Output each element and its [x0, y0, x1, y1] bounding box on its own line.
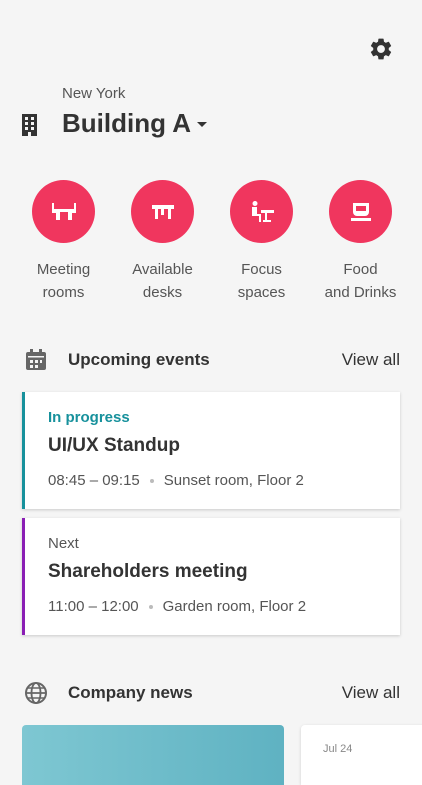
chevron-down-icon: [197, 121, 208, 127]
event-time: 11:00 – 12:00: [48, 598, 139, 615]
event-time: 08:45 – 09:15: [48, 472, 140, 489]
separator-dot: [149, 478, 154, 483]
event-title: UI/UX Standup: [48, 435, 180, 456]
food-drinks-icon: [329, 180, 392, 243]
event-meta: 08:45 – 09:15 Sunset room, Floor 2: [48, 472, 400, 489]
desk-icon: [131, 180, 194, 243]
news-view-all-link[interactable]: View all: [342, 683, 400, 703]
quick-action-label: Meeting rooms: [36, 261, 91, 301]
gear-icon: [370, 38, 392, 60]
quick-action-label: Focus spaces: [237, 261, 286, 301]
section-title: Upcoming events: [68, 350, 210, 369]
building-name: Building A: [62, 108, 192, 138]
event-location: Sunset room, Floor 2: [163, 472, 304, 489]
quick-action-label: Food and Drinks: [324, 261, 397, 301]
settings-button[interactable]: [366, 34, 396, 64]
news-section-header: Company news View all: [22, 679, 400, 707]
focus-space-icon: [230, 180, 293, 243]
meeting-rooms-button[interactable]: Meeting rooms: [14, 180, 113, 304]
building-icon: [20, 113, 42, 137]
food-drinks-button[interactable]: Food and Drinks: [311, 180, 410, 304]
quick-actions: Meeting rooms Available desks Focus spac…: [14, 180, 410, 304]
focus-spaces-button[interactable]: Focus spaces: [212, 180, 311, 304]
event-status: Next: [48, 535, 79, 552]
event-title: Shareholders meeting: [48, 561, 248, 582]
available-desks-button[interactable]: Available desks: [113, 180, 212, 304]
news-date: Jul 24: [323, 743, 353, 755]
separator-dot: [148, 604, 153, 609]
event-status: In progress: [48, 409, 130, 426]
quick-action-label: Available desks: [132, 261, 193, 301]
city-label: New York: [62, 85, 126, 102]
globe-icon: [22, 679, 50, 707]
event-meta: 11:00 – 12:00 Garden room, Floor 2: [48, 598, 400, 615]
calendar-icon: [22, 346, 50, 374]
event-card[interactable]: Next Shareholders meeting 11:00 – 12:00 …: [22, 518, 400, 635]
building-selector[interactable]: Building A: [62, 108, 209, 139]
event-card[interactable]: In progress UI/UX Standup 08:45 – 09:15 …: [22, 392, 400, 509]
news-card[interactable]: Jul 24: [301, 725, 422, 785]
events-view-all-link[interactable]: View all: [342, 350, 400, 370]
section-title: Company news: [68, 683, 193, 702]
event-location: Garden room, Floor 2: [162, 598, 307, 615]
meeting-room-icon: [32, 180, 95, 243]
events-section-header: Upcoming events View all: [22, 346, 400, 374]
news-card-image[interactable]: [22, 725, 284, 785]
